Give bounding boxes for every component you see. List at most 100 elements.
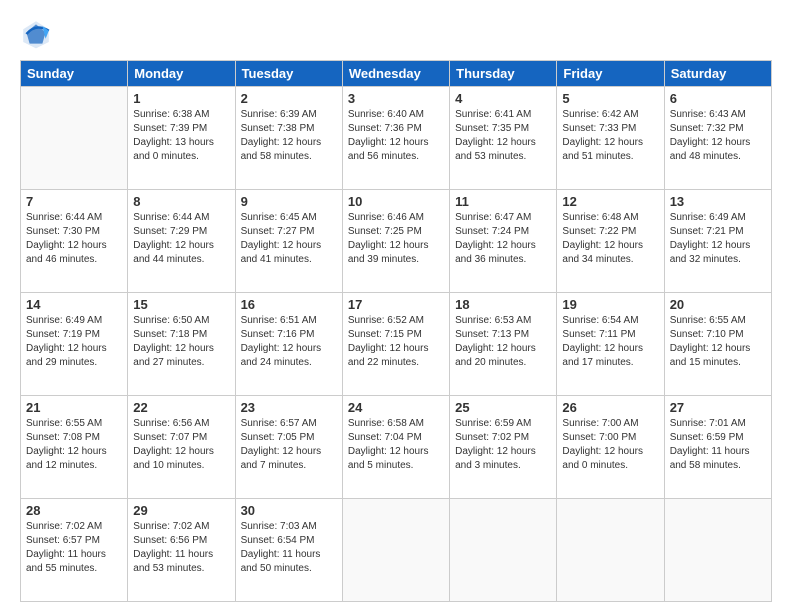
calendar-cell: 6 Sunrise: 6:43 AMSunset: 7:32 PMDaylight… bbox=[664, 87, 771, 190]
calendar-cell: 8Sunrise: 6:44 AMSunset: 7:29 PMDaylight… bbox=[128, 190, 235, 293]
calendar-cell: 28Sunrise: 7:02 AMSunset: 6:57 PMDayligh… bbox=[21, 499, 128, 602]
day-info: Sunrise: 6:40 AMSunset: 7:36 PMDaylight:… bbox=[348, 108, 444, 164]
calendar-week-row: 7Sunrise: 6:44 AMSunset: 7:30 PMDaylight… bbox=[21, 190, 772, 293]
calendar-cell: 11Sunrise: 6:47 AMSunset: 7:24 PMDayligh… bbox=[450, 190, 557, 293]
calendar-cell: 1 Sunrise: 6:38 AMSunset: 7:39 PMDaylight… bbox=[128, 87, 235, 190]
day-number: 27 bbox=[670, 400, 766, 415]
calendar-cell: 17 Sunrise: 6:52 AMSunset: 7:15 PMDayligh… bbox=[342, 293, 449, 396]
day-number: 22 bbox=[133, 400, 229, 415]
calendar-cell: 29 Sunrise: 7:02 AMSunset: 6:56 PMDayligh… bbox=[128, 499, 235, 602]
calendar-header-thursday: Thursday bbox=[450, 61, 557, 87]
calendar-week-row: 1 Sunrise: 6:38 AMSunset: 7:39 PMDaylight… bbox=[21, 87, 772, 190]
day-number: 10 bbox=[348, 194, 444, 209]
day-info: Sunrise: 6:58 AMSunset: 7:04 PMDaylight:… bbox=[348, 417, 444, 473]
day-number: 7 bbox=[26, 194, 122, 209]
calendar-cell: 24 Sunrise: 6:58 AMSunset: 7:04 PMDayligh… bbox=[342, 396, 449, 499]
calendar-header-wednesday: Wednesday bbox=[342, 61, 449, 87]
day-info: Sunrise: 6:54 AMSunset: 7:11 PMDaylight:… bbox=[562, 314, 658, 370]
day-info: Sunrise: 6:55 AMSunset: 7:10 PMDaylight:… bbox=[670, 314, 766, 370]
calendar-cell: 16 Sunrise: 6:51 AMSunset: 7:16 PMDayligh… bbox=[235, 293, 342, 396]
day-number: 20 bbox=[670, 297, 766, 312]
day-info: Sunrise: 6:42 AMSunset: 7:33 PMDaylight:… bbox=[562, 108, 658, 164]
day-info: Sunrise: 7:01 AMSunset: 6:59 PMDaylight:… bbox=[670, 417, 766, 473]
day-info: Sunrise: 6:49 AMSunset: 7:21 PMDaylight:… bbox=[670, 211, 766, 267]
day-info: Sunrise: 7:03 AMSunset: 6:54 PMDaylight:… bbox=[241, 520, 337, 576]
calendar-cell: 7Sunrise: 6:44 AMSunset: 7:30 PMDaylight… bbox=[21, 190, 128, 293]
calendar-cell: 18Sunrise: 6:53 AMSunset: 7:13 PMDayligh… bbox=[450, 293, 557, 396]
calendar-cell: 23Sunrise: 6:57 AMSunset: 7:05 PMDayligh… bbox=[235, 396, 342, 499]
day-info: Sunrise: 6:56 AMSunset: 7:07 PMDaylight:… bbox=[133, 417, 229, 473]
day-info: Sunrise: 6:51 AMSunset: 7:16 PMDaylight:… bbox=[241, 314, 337, 370]
calendar-cell: 21Sunrise: 6:55 AMSunset: 7:08 PMDayligh… bbox=[21, 396, 128, 499]
day-info: Sunrise: 6:43 AMSunset: 7:32 PMDaylight:… bbox=[670, 108, 766, 164]
calendar-header-friday: Friday bbox=[557, 61, 664, 87]
day-number: 4 bbox=[455, 91, 551, 106]
day-info: Sunrise: 6:48 AMSunset: 7:22 PMDaylight:… bbox=[562, 211, 658, 267]
calendar-cell bbox=[450, 499, 557, 602]
calendar-cell: 13 Sunrise: 6:49 AMSunset: 7:21 PMDayligh… bbox=[664, 190, 771, 293]
day-number: 29 bbox=[133, 503, 229, 518]
calendar-cell: 15 Sunrise: 6:50 AMSunset: 7:18 PMDayligh… bbox=[128, 293, 235, 396]
calendar-cell bbox=[342, 499, 449, 602]
day-number: 25 bbox=[455, 400, 551, 415]
day-info: Sunrise: 7:02 AMSunset: 6:57 PMDaylight:… bbox=[26, 520, 122, 576]
calendar-cell: 5 Sunrise: 6:42 AMSunset: 7:33 PMDaylight… bbox=[557, 87, 664, 190]
calendar-cell bbox=[557, 499, 664, 602]
day-number: 23 bbox=[241, 400, 337, 415]
day-info: Sunrise: 6:41 AMSunset: 7:35 PMDaylight:… bbox=[455, 108, 551, 164]
day-info: Sunrise: 6:49 AMSunset: 7:19 PMDaylight:… bbox=[26, 314, 122, 370]
day-number: 17 bbox=[348, 297, 444, 312]
calendar-cell: 25 Sunrise: 6:59 AMSunset: 7:02 PMDayligh… bbox=[450, 396, 557, 499]
day-number: 30 bbox=[241, 503, 337, 518]
day-info: Sunrise: 6:59 AMSunset: 7:02 PMDaylight:… bbox=[455, 417, 551, 473]
calendar-cell: 3 Sunrise: 6:40 AMSunset: 7:36 PMDaylight… bbox=[342, 87, 449, 190]
day-number: 16 bbox=[241, 297, 337, 312]
day-info: Sunrise: 7:02 AMSunset: 6:56 PMDaylight:… bbox=[133, 520, 229, 576]
day-number: 13 bbox=[670, 194, 766, 209]
calendar-header-monday: Monday bbox=[128, 61, 235, 87]
page: SundayMondayTuesdayWednesdayThursdayFrid… bbox=[0, 0, 792, 612]
header bbox=[20, 18, 772, 50]
logo-icon bbox=[20, 18, 52, 50]
calendar-cell bbox=[21, 87, 128, 190]
calendar-cell: 19 Sunrise: 6:54 AMSunset: 7:11 PMDayligh… bbox=[557, 293, 664, 396]
day-info: Sunrise: 6:38 AMSunset: 7:39 PMDaylight:… bbox=[133, 108, 229, 164]
day-info: Sunrise: 6:44 AMSunset: 7:29 PMDaylight:… bbox=[133, 211, 229, 267]
calendar-header-tuesday: Tuesday bbox=[235, 61, 342, 87]
day-number: 12 bbox=[562, 194, 658, 209]
calendar-week-row: 21Sunrise: 6:55 AMSunset: 7:08 PMDayligh… bbox=[21, 396, 772, 499]
day-number: 19 bbox=[562, 297, 658, 312]
day-info: Sunrise: 6:52 AMSunset: 7:15 PMDaylight:… bbox=[348, 314, 444, 370]
calendar-cell: 14 Sunrise: 6:49 AMSunset: 7:19 PMDayligh… bbox=[21, 293, 128, 396]
calendar-cell: 20 Sunrise: 6:55 AMSunset: 7:10 PMDayligh… bbox=[664, 293, 771, 396]
day-info: Sunrise: 6:50 AMSunset: 7:18 PMDaylight:… bbox=[133, 314, 229, 370]
calendar-cell: 26Sunrise: 7:00 AMSunset: 7:00 PMDayligh… bbox=[557, 396, 664, 499]
calendar-cell: 4 Sunrise: 6:41 AMSunset: 7:35 PMDaylight… bbox=[450, 87, 557, 190]
calendar-week-row: 14 Sunrise: 6:49 AMSunset: 7:19 PMDayligh… bbox=[21, 293, 772, 396]
calendar-cell: 10 Sunrise: 6:46 AMSunset: 7:25 PMDayligh… bbox=[342, 190, 449, 293]
day-number: 9 bbox=[241, 194, 337, 209]
day-number: 15 bbox=[133, 297, 229, 312]
calendar-cell: 22 Sunrise: 6:56 AMSunset: 7:07 PMDayligh… bbox=[128, 396, 235, 499]
day-number: 6 bbox=[670, 91, 766, 106]
day-info: Sunrise: 6:46 AMSunset: 7:25 PMDaylight:… bbox=[348, 211, 444, 267]
calendar-cell: 30 Sunrise: 7:03 AMSunset: 6:54 PMDayligh… bbox=[235, 499, 342, 602]
calendar-cell: 27 Sunrise: 7:01 AMSunset: 6:59 PMDayligh… bbox=[664, 396, 771, 499]
day-number: 24 bbox=[348, 400, 444, 415]
day-number: 5 bbox=[562, 91, 658, 106]
day-info: Sunrise: 6:47 AMSunset: 7:24 PMDaylight:… bbox=[455, 211, 551, 267]
logo bbox=[20, 18, 56, 50]
day-info: Sunrise: 6:53 AMSunset: 7:13 PMDaylight:… bbox=[455, 314, 551, 370]
calendar-cell: 9 Sunrise: 6:45 AMSunset: 7:27 PMDaylight… bbox=[235, 190, 342, 293]
calendar-cell bbox=[664, 499, 771, 602]
day-number: 1 bbox=[133, 91, 229, 106]
day-number: 2 bbox=[241, 91, 337, 106]
day-info: Sunrise: 6:39 AMSunset: 7:38 PMDaylight:… bbox=[241, 108, 337, 164]
calendar-cell: 12 Sunrise: 6:48 AMSunset: 7:22 PMDayligh… bbox=[557, 190, 664, 293]
day-info: Sunrise: 7:00 AMSunset: 7:00 PMDaylight:… bbox=[562, 417, 658, 473]
calendar-header-sunday: Sunday bbox=[21, 61, 128, 87]
day-info: Sunrise: 6:45 AMSunset: 7:27 PMDaylight:… bbox=[241, 211, 337, 267]
day-number: 14 bbox=[26, 297, 122, 312]
day-number: 21 bbox=[26, 400, 122, 415]
day-number: 3 bbox=[348, 91, 444, 106]
